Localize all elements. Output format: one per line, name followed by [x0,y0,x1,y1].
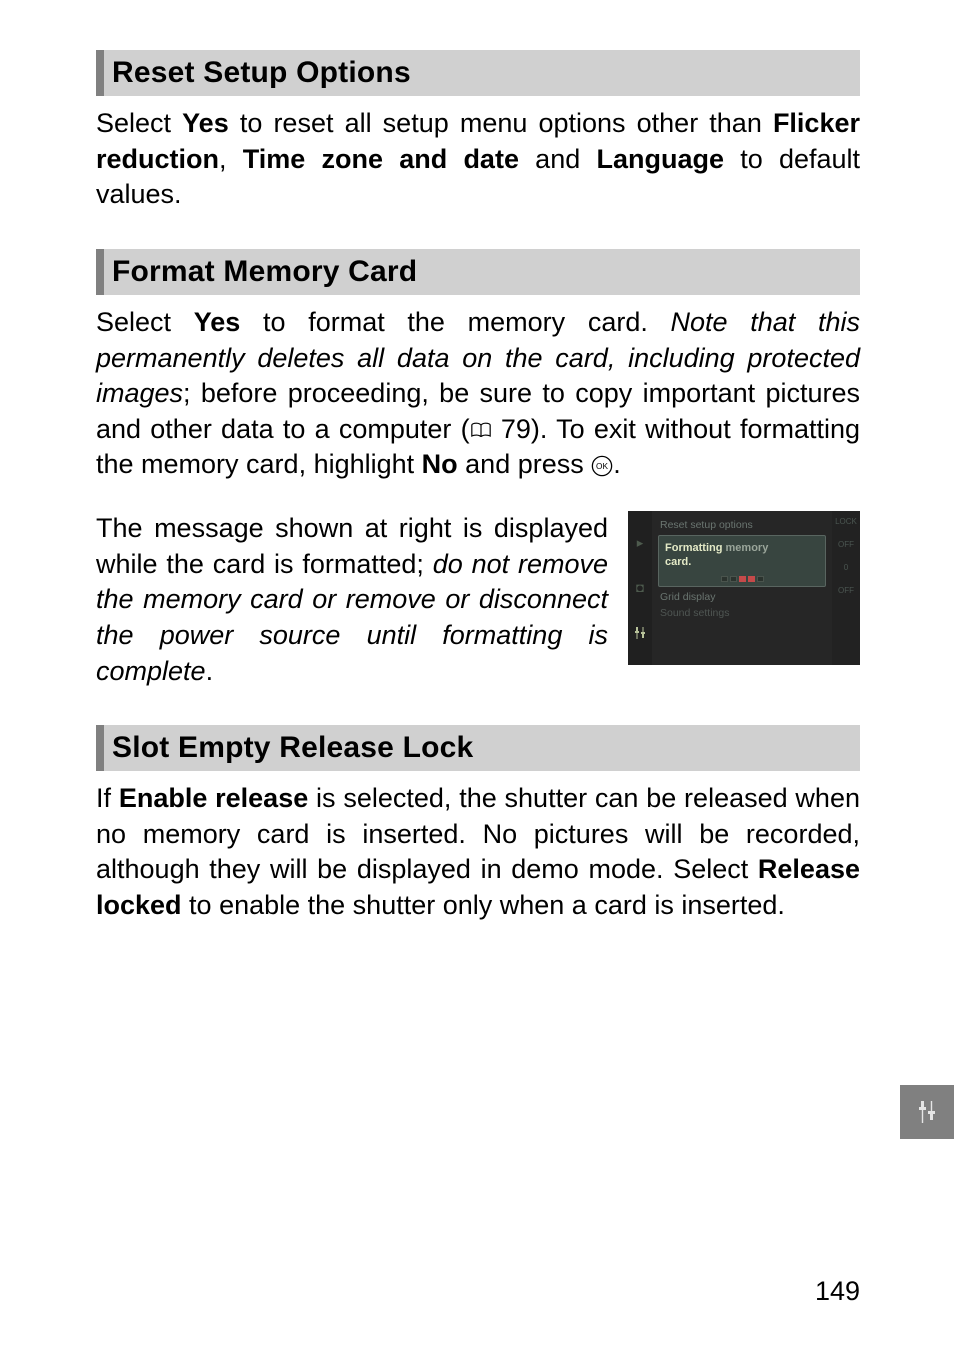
format-row: The message shown at right is displayed … [96,511,860,689]
setup-side-tab [900,1085,954,1139]
book-icon [470,422,492,439]
t: Yes [194,307,241,337]
camera-right-col: LOCK OFF 0 OFF [832,511,860,665]
svg-text:OK: OK [596,463,608,472]
t: . [206,656,214,686]
t: and [519,144,597,174]
prog-seg [721,576,728,582]
t: , [219,144,243,174]
t: to enable the shutter only when a card i… [182,890,785,920]
format-paragraph-1: Select Yes to format the memory card. No… [96,305,860,483]
camera-right-val: 0 [844,563,848,572]
camera-screenshot: ▸ ◘ Reset setup options Formatting memor… [628,511,860,665]
page-number: 149 [815,1276,860,1307]
section-header-format: Format Memory Card [96,249,860,295]
reset-paragraph: Select Yes to reset all setup menu optio… [96,106,860,213]
t: . [613,449,621,479]
t: Select [96,307,194,337]
camera-menu-area: Reset setup options Formatting memorycar… [652,511,832,665]
camera-menu-item: Grid display [658,589,826,605]
camera-right-val: LOCK [835,517,857,526]
t: Enable release [119,783,308,813]
t: Language [596,144,724,174]
section-header-slot: Slot Empty Release Lock [96,725,860,771]
prog-seg [739,576,746,582]
shooting-tab-icon: ◘ [633,581,647,595]
camera-progress-bar [665,576,819,582]
t: No [422,449,458,479]
camera-popup: Formatting memorycard. [658,535,826,587]
t: Yes [182,108,229,138]
section-header-reset: Reset Setup Options [96,50,860,96]
t: and press [458,449,592,479]
t: Select [96,108,182,138]
prog-seg [730,576,737,582]
playback-tab-icon: ▸ [633,536,647,550]
camera-right-val: OFF [838,586,854,595]
camera-menu-item: Reset setup options [658,517,826,533]
ok-button-icon: OK [591,455,613,477]
t: Time zone and date [243,144,519,174]
camera-menu-item: Sound settings [658,605,826,621]
wrench-icon [914,1099,940,1125]
camera-popup-text: Formatting memorycard. [665,542,819,570]
camera-right-val: OFF [838,540,854,549]
t: If [96,783,119,813]
setup-tab-icon [633,626,647,640]
prog-seg [748,576,755,582]
t: to format the memory card. [240,307,670,337]
prog-seg [757,576,764,582]
camera-left-tabs: ▸ ◘ [628,511,652,665]
t: to reset all setup menu options other th… [229,108,773,138]
slot-paragraph: If Enable release is selected, the shutt… [96,781,860,924]
format-paragraph-2: The message shown at right is displayed … [96,511,608,689]
